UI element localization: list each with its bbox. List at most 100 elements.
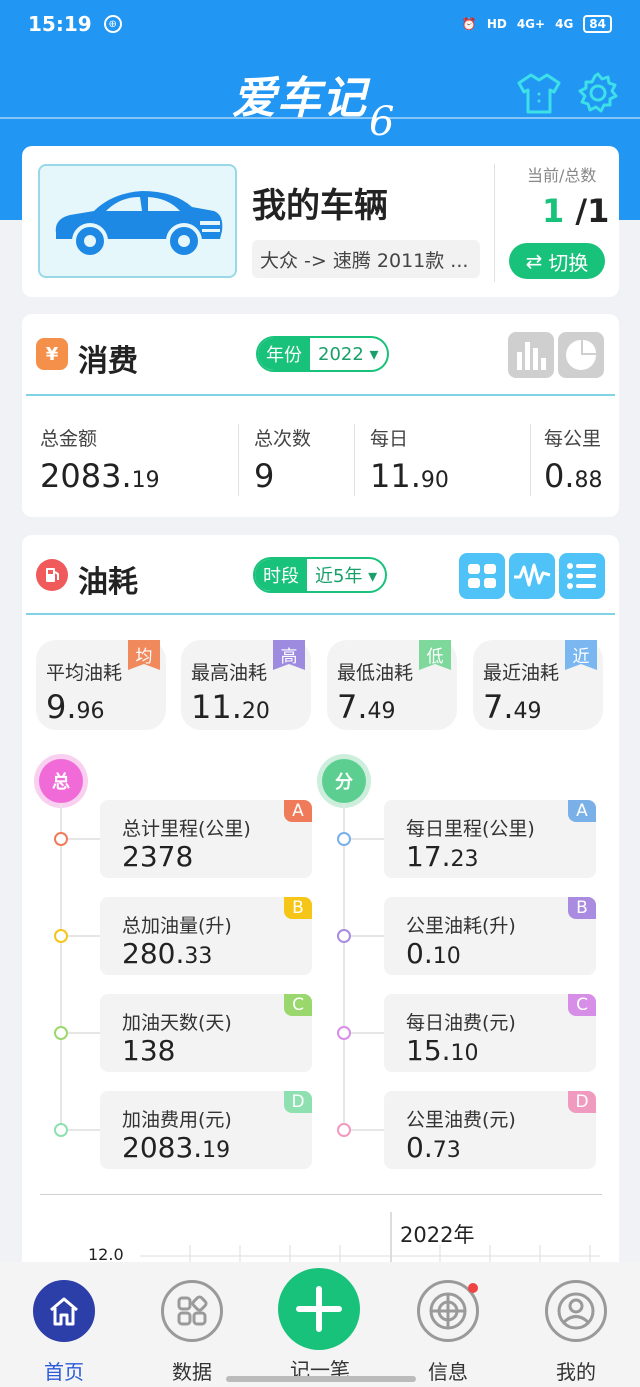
- alarm-icon: ⏰: [461, 17, 477, 31]
- consumption-card: ¥ 消费 年份 2022 ▾ 总金额 2083.19 总次数 9 每日 11.90…: [22, 314, 619, 517]
- header-divider: [0, 117, 640, 119]
- tag-badge: D: [284, 1091, 312, 1113]
- bar-chart-icon[interactable]: [508, 332, 554, 378]
- flag-max: 高: [273, 640, 305, 670]
- stat-total-amount: 总金额 2083.19: [40, 428, 160, 495]
- nav-mine[interactable]: 我的: [526, 1280, 626, 1385]
- vehicle-count: 1 /1: [542, 192, 610, 230]
- flag-avg: 均: [128, 640, 160, 670]
- home-indicator: [226, 1376, 416, 1382]
- data-grid-icon: [161, 1280, 223, 1342]
- stat-label: 总加油量(升): [122, 915, 232, 937]
- pie-chart-icon[interactable]: [558, 332, 604, 378]
- stat-label: 公里油耗(升): [406, 915, 516, 937]
- section-divider: [26, 613, 615, 615]
- add-record-button[interactable]: [278, 1268, 360, 1350]
- line-chart-icon[interactable]: [509, 553, 555, 599]
- section-divider: [26, 394, 615, 396]
- consumption-title: 消费: [78, 344, 138, 379]
- radar-icon: [417, 1280, 479, 1342]
- divider: [354, 424, 355, 496]
- stat-value: 0.73: [406, 1131, 461, 1164]
- stat-label: 每日油费(元): [406, 1012, 516, 1034]
- status-bar: 15:19 ⊕ ⏰ HD 4G+ 4G 84: [0, 0, 640, 48]
- total-stat-a: A 总计里程(公里) 2378: [100, 800, 312, 878]
- min-consumption: 低 最低油耗 7.49: [327, 640, 457, 730]
- settings-gear-icon[interactable]: [575, 70, 621, 116]
- stat-value: 17.23: [406, 840, 479, 873]
- total-stat-b: B 总加油量(升) 280.33: [100, 897, 312, 975]
- flag-recent: 近: [565, 640, 597, 670]
- battery-indicator: 84: [583, 15, 612, 33]
- vehicle-count-label: 当前/总数: [527, 166, 597, 185]
- divider: [238, 424, 239, 496]
- total-stat-c: C 加油天数(天) 138: [100, 994, 312, 1072]
- avg-consumption: 均 平均油耗 9.96: [36, 640, 166, 730]
- stat-daily: 每日 11.90: [370, 428, 449, 495]
- stat-total-count: 总次数 9: [254, 428, 312, 495]
- grid-view-icon[interactable]: [459, 553, 505, 599]
- stat-value: 2083.19: [122, 1131, 231, 1164]
- timeline-connector: [68, 935, 100, 937]
- timeline-dot: [54, 832, 68, 846]
- timeline-connector: [351, 838, 384, 840]
- stat-value: 2378: [122, 840, 194, 873]
- notification-icon: ⊕: [103, 15, 122, 33]
- part-stat-a: A 每日里程(公里) 17.23: [384, 800, 596, 878]
- tag-badge: B: [284, 897, 312, 919]
- theme-shirt-icon[interactable]: [516, 70, 562, 116]
- switch-vehicle-button[interactable]: ⇄ 切换: [509, 243, 605, 279]
- stat-label: 每日里程(公里): [406, 818, 535, 840]
- tag-badge: C: [284, 994, 312, 1016]
- period-filter[interactable]: 时段 近5年 ▾: [253, 557, 388, 593]
- plus-icon: [296, 1286, 342, 1332]
- timeline-connector: [68, 1032, 100, 1034]
- car-icon: [55, 191, 222, 259]
- nav-info[interactable]: 信息: [398, 1280, 498, 1385]
- timeline-dot: [337, 929, 351, 943]
- notification-dot: [468, 1283, 478, 1293]
- timeline-connector: [351, 1129, 384, 1131]
- status-time: 15:19: [28, 12, 92, 36]
- vehicle-card[interactable]: 我的车辆 大众 -> 速腾 2011款 ... 当前/总数 1 /1 ⇄ 切换: [22, 146, 619, 297]
- fuel-consumption-card: 油耗 时段 近5年 ▾ 均 平均油耗 9.96 高 最高油耗 11.20 低 最低…: [22, 535, 619, 1295]
- car-image: [38, 164, 237, 278]
- divider: [494, 164, 495, 282]
- stat-label: 加油费用(元): [122, 1109, 232, 1131]
- part-head: 分: [322, 759, 366, 803]
- stat-label: 加油天数(天): [122, 1012, 232, 1034]
- stat-value: 138: [122, 1034, 176, 1067]
- timeline-connector: [351, 935, 384, 937]
- nav-home[interactable]: 首页: [14, 1280, 114, 1385]
- stat-value: 15.10: [406, 1034, 479, 1067]
- year-filter[interactable]: 年份 2022 ▾: [256, 336, 389, 372]
- timeline-dot: [337, 1123, 351, 1137]
- total-head: 总: [39, 759, 83, 803]
- home-icon: [33, 1280, 95, 1342]
- stat-label: 总计里程(公里): [122, 818, 251, 840]
- timeline-dot: [54, 929, 68, 943]
- timeline-dot: [337, 1026, 351, 1040]
- timeline-connector: [68, 838, 100, 840]
- list-view-icon[interactable]: [559, 553, 605, 599]
- switch-icon: ⇄: [525, 249, 543, 273]
- fuel-pump-icon: [36, 559, 68, 591]
- timeline-dot: [54, 1026, 68, 1040]
- stat-value: 0.10: [406, 937, 461, 970]
- total-stat-d: D 加油费用(元) 2083.19: [100, 1091, 312, 1169]
- tag-badge: A: [284, 800, 312, 822]
- tag-badge: C: [568, 994, 596, 1016]
- user-icon: [545, 1280, 607, 1342]
- part-stat-c: C 每日油费(元) 15.10: [384, 994, 596, 1072]
- nav-data[interactable]: 数据: [142, 1280, 242, 1385]
- vehicle-name: 我的车辆: [252, 186, 388, 226]
- tag-badge: A: [568, 800, 596, 822]
- timeline-dot: [54, 1123, 68, 1137]
- divider: [530, 424, 531, 496]
- signal-1: 4G+: [516, 17, 546, 31]
- stat-per-km: 每公里 0.88: [544, 428, 603, 495]
- timeline-line: [343, 803, 345, 1133]
- tag-badge: D: [568, 1091, 596, 1113]
- chart-year-label: 2022年: [400, 1223, 475, 1247]
- stat-label: 公里油费(元): [406, 1109, 516, 1131]
